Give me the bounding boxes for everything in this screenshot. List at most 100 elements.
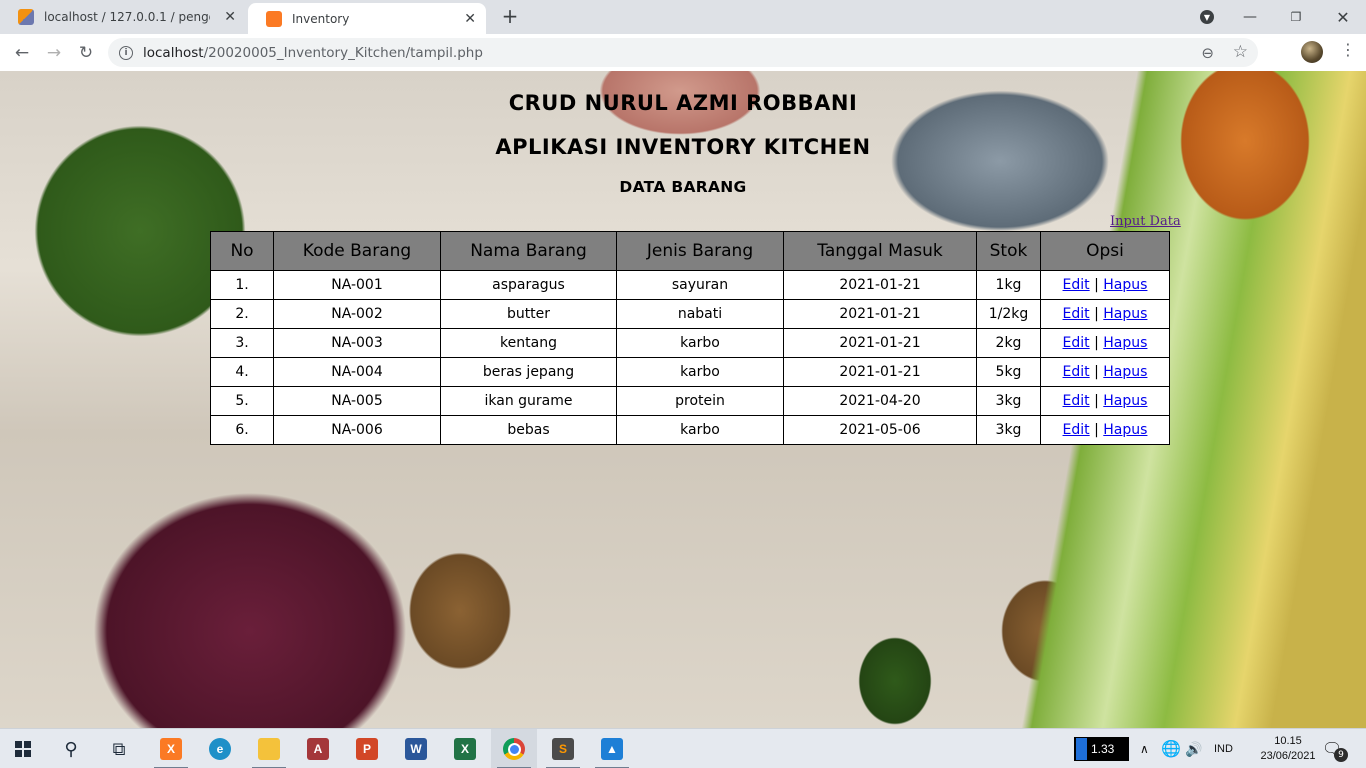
input-data-link[interactable]: Input Data xyxy=(1110,214,1181,229)
cell-jenis: nabati xyxy=(616,299,784,329)
taskbar-access[interactable]: A xyxy=(295,729,341,768)
word-icon: W xyxy=(405,738,427,760)
delete-link[interactable]: Hapus xyxy=(1103,277,1147,293)
tab-phpmyadmin[interactable]: localhost / 127.0.0.1 / penggajian ✕ xyxy=(0,0,246,34)
cell-opsi: Edit | Hapus xyxy=(1040,328,1170,358)
zoom-icon[interactable]: ⊖ xyxy=(1201,44,1214,62)
forward-button[interactable]: → xyxy=(41,40,67,66)
taskbar-powerpoint[interactable]: P xyxy=(344,729,390,768)
tab-search-button[interactable]: ▼ xyxy=(1196,0,1218,34)
task-view-button[interactable]: ⧉ xyxy=(96,729,142,768)
taskbar-chrome[interactable] xyxy=(491,729,537,768)
taskbar-word[interactable]: W xyxy=(393,729,439,768)
language-indicator[interactable]: IND xyxy=(1214,729,1233,768)
cpu-meter[interactable]: 1.33 xyxy=(1074,737,1129,761)
taskbar-file-explorer[interactable] xyxy=(246,729,292,768)
cell-no: 3. xyxy=(210,328,274,358)
cell-kode: NA-006 xyxy=(273,415,441,445)
cell-jenis: karbo xyxy=(616,328,784,358)
taskbar-sublime-text[interactable]: S xyxy=(540,729,586,768)
edit-link[interactable]: Edit xyxy=(1063,306,1090,322)
window-close-button[interactable]: ✕ xyxy=(1322,0,1364,34)
table-row: 6. NA-006 bebas karbo 2021-05-06 3kg Edi… xyxy=(210,415,1170,445)
tab-close-icon[interactable]: ✕ xyxy=(224,9,236,25)
separator: | xyxy=(1094,277,1099,293)
minimize-button[interactable]: — xyxy=(1230,0,1270,34)
separator: | xyxy=(1094,364,1099,380)
delete-link[interactable]: Hapus xyxy=(1103,422,1147,438)
tab-title: localhost / 127.0.0.1 / penggajian xyxy=(44,10,210,24)
column-header: Kode Barang xyxy=(273,231,441,271)
profile-avatar[interactable] xyxy=(1301,41,1323,63)
tab-inventory[interactable]: Inventory ✕ xyxy=(248,3,486,34)
cell-nama: butter xyxy=(440,299,617,329)
delete-link[interactable]: Hapus xyxy=(1103,364,1147,380)
show-hidden-icons-button[interactable]: ∧ xyxy=(1140,729,1149,768)
reload-button[interactable]: ↻ xyxy=(73,40,99,66)
address-bar[interactable]: i localhost/20020005_Inventory_Kitchen/t… xyxy=(108,38,1258,67)
taskbar-photos[interactable]: ▲ xyxy=(589,729,635,768)
tab-close-icon[interactable]: ✕ xyxy=(464,11,476,27)
bookmark-star-icon[interactable]: ☆ xyxy=(1233,42,1248,62)
cell-jenis: sayuran xyxy=(616,270,784,300)
cell-kode: NA-002 xyxy=(273,299,441,329)
delete-link[interactable]: Hapus xyxy=(1103,393,1147,409)
chevron-up-icon: ∧ xyxy=(1140,742,1149,756)
cell-opsi: Edit | Hapus xyxy=(1040,386,1170,416)
search-button[interactable]: ⚲ xyxy=(48,729,94,768)
edit-link[interactable]: Edit xyxy=(1063,422,1090,438)
delete-link[interactable]: Hapus xyxy=(1103,306,1147,322)
back-button[interactable]: ← xyxy=(9,40,35,66)
network-icon[interactable]: 🌐 xyxy=(1161,729,1181,768)
separator: | xyxy=(1094,422,1099,438)
url-text[interactable]: localhost/20020005_Inventory_Kitchen/tam… xyxy=(143,45,483,61)
cell-jenis: karbo xyxy=(616,415,784,445)
clock[interactable]: 10.15 23/06/2021 xyxy=(1258,729,1318,768)
taskbar-xampp[interactable]: X xyxy=(148,729,194,768)
edit-link[interactable]: Edit xyxy=(1063,277,1090,293)
table-row: 3. NA-003 kentang karbo 2021-01-21 2kg E… xyxy=(210,328,1170,358)
table-row: 2. NA-002 butter nabati 2021-01-21 1/2kg… xyxy=(210,299,1170,329)
column-header: Jenis Barang xyxy=(616,231,784,271)
excel-icon: X xyxy=(454,738,476,760)
url-host: localhost xyxy=(143,44,204,61)
cell-stok: 3kg xyxy=(976,415,1041,445)
taskbar: ⚲ ⧉ X e A P W X S ▲ 1.33 ∧ 🌐 🔊 IND 10.15… xyxy=(0,728,1366,768)
task-view-icon: ⧉ xyxy=(112,738,126,760)
edit-link[interactable]: Edit xyxy=(1063,393,1090,409)
cell-no: 4. xyxy=(210,357,274,387)
separator: | xyxy=(1094,335,1099,351)
chevron-down-icon: ▼ xyxy=(1200,10,1214,24)
new-tab-button[interactable]: + xyxy=(498,5,522,29)
restore-button[interactable]: ❐ xyxy=(1276,0,1316,34)
cell-tanggal: 2021-05-06 xyxy=(783,415,977,445)
search-icon: ⚲ xyxy=(64,738,78,760)
volume-icon[interactable]: 🔊 xyxy=(1185,729,1202,768)
cell-kode: NA-003 xyxy=(273,328,441,358)
cell-nama: kentang xyxy=(440,328,617,358)
page-content: CRUD NURUL AZMI ROBBANI APLIKASI INVENTO… xyxy=(0,71,1366,728)
separator: | xyxy=(1094,306,1099,322)
cell-nama: bebas xyxy=(440,415,617,445)
more-menu-icon[interactable]: ⋮ xyxy=(1340,40,1356,59)
clock-time: 10.15 xyxy=(1274,735,1302,747)
edit-link[interactable]: Edit xyxy=(1063,335,1090,351)
cell-opsi: Edit | Hapus xyxy=(1040,415,1170,445)
column-header: Tanggal Masuk xyxy=(783,231,977,271)
info-icon[interactable]: i xyxy=(119,45,133,60)
taskbar-excel[interactable]: X xyxy=(442,729,488,768)
delete-link[interactable]: Hapus xyxy=(1103,335,1147,351)
cell-no: 1. xyxy=(210,270,274,300)
clock-date: 23/06/2021 xyxy=(1260,750,1316,762)
url-path: /20020005_Inventory_Kitchen/tampil.php xyxy=(203,44,483,61)
column-header: No xyxy=(210,231,274,271)
start-button[interactable] xyxy=(0,729,46,768)
cell-no: 2. xyxy=(210,299,274,329)
column-header: Opsi xyxy=(1040,231,1170,271)
taskbar-edge[interactable]: e xyxy=(197,729,243,768)
cell-nama: beras jepang xyxy=(440,357,617,387)
edit-link[interactable]: Edit xyxy=(1063,364,1090,380)
phpmyadmin-icon xyxy=(18,9,34,25)
browser-toolbar: ← → ↻ i localhost/20020005_Inventory_Kit… xyxy=(0,34,1366,72)
cell-tanggal: 2021-01-21 xyxy=(783,299,977,329)
